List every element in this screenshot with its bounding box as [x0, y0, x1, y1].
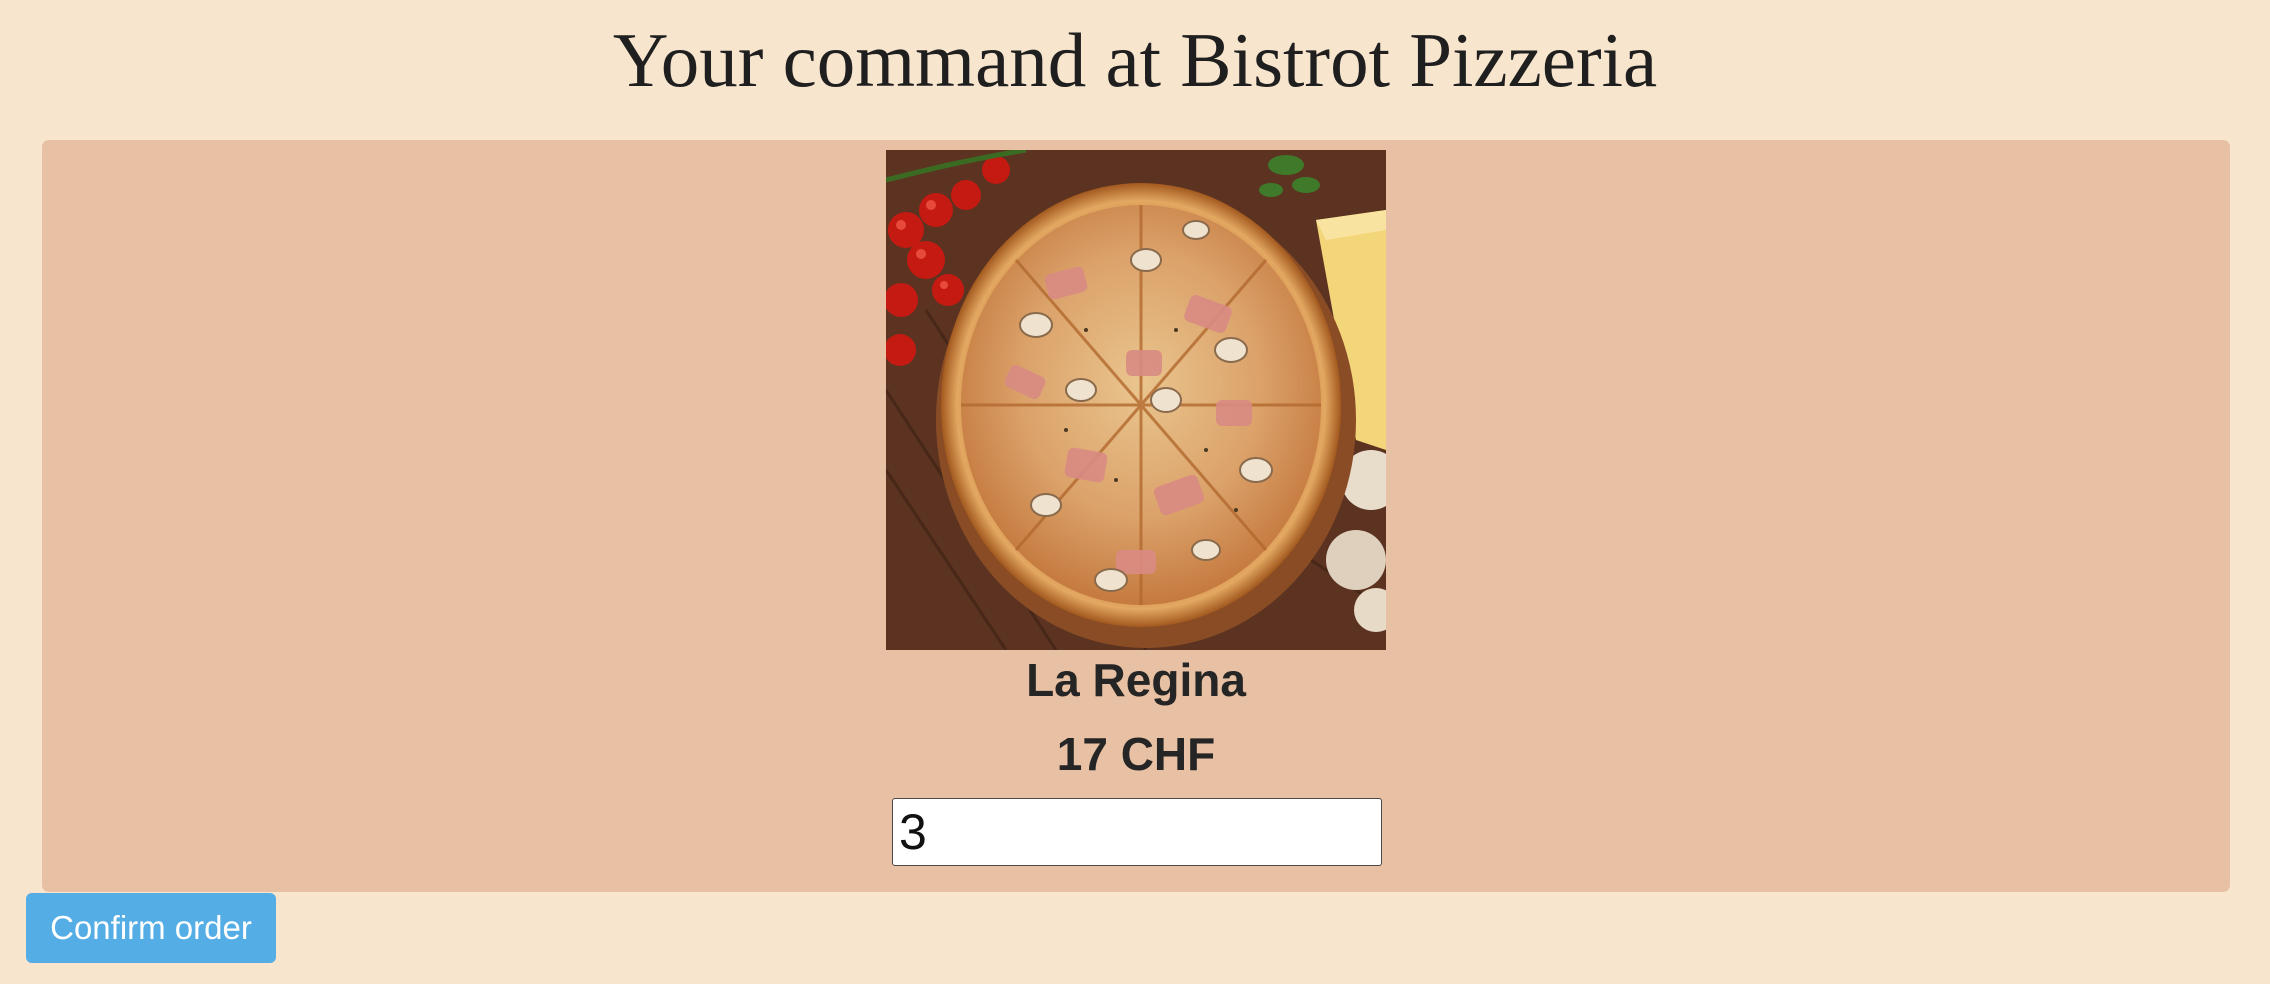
- confirm-order-button[interactable]: Confirm order: [26, 893, 276, 963]
- quantity-input[interactable]: [892, 798, 1382, 866]
- item-price: 17 CHF: [1056, 728, 1216, 780]
- page-title: Your command at Bistrot Pizzeria: [612, 17, 1658, 103]
- order-item-card: La Regina 17 CHF: [42, 140, 2230, 892]
- item-name: La Regina: [1026, 654, 1246, 706]
- pizza-image: [886, 150, 1386, 650]
